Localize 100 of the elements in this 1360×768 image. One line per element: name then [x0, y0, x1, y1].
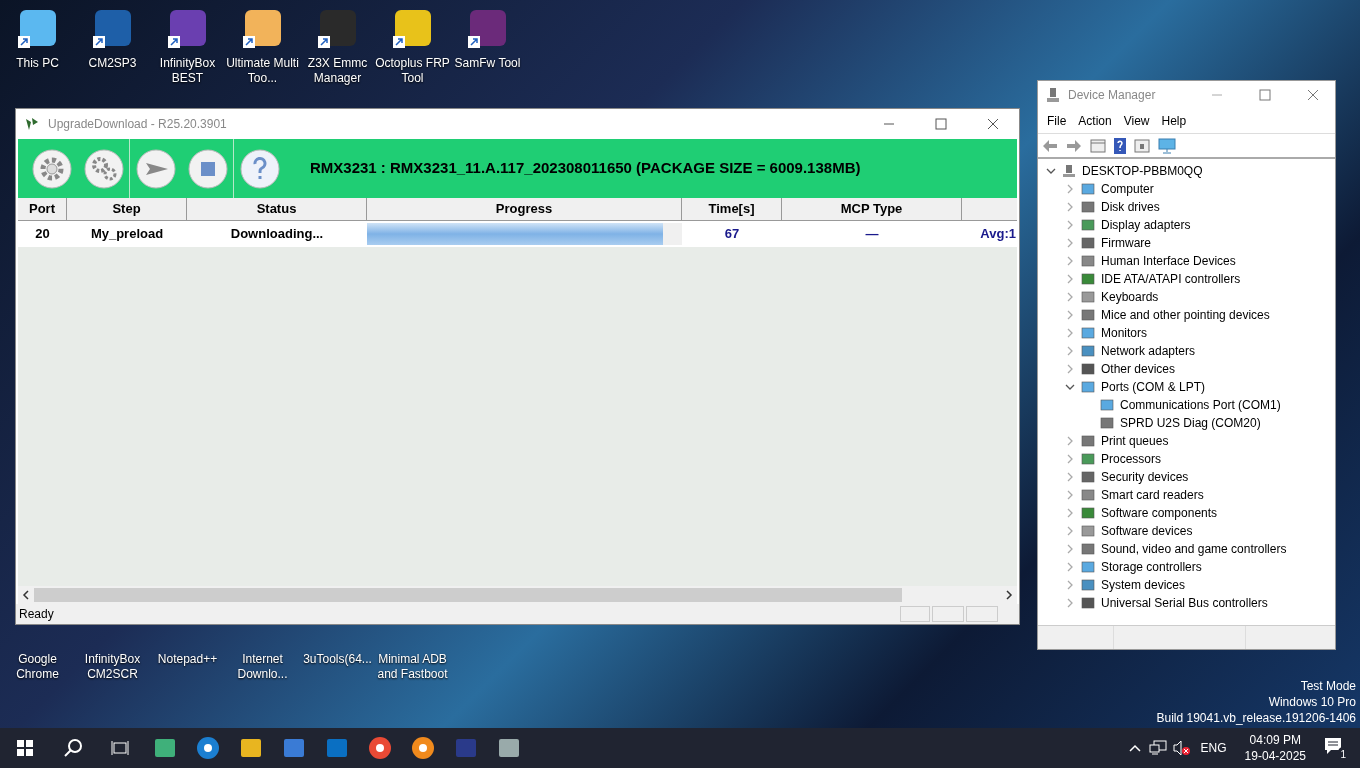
tree-item[interactable]: Mice and other pointing devices	[1101, 306, 1270, 324]
system-notice-text: Build 19041.vb_release.191206-1406	[1156, 710, 1356, 726]
notification-icon	[1324, 737, 1342, 755]
device-icon	[1081, 596, 1095, 610]
search-icon[interactable]	[63, 738, 83, 758]
device-icon	[1081, 506, 1095, 520]
monitor-icon[interactable]	[1158, 137, 1176, 154]
column-header[interactable]: Step	[67, 198, 187, 221]
device-icon	[1062, 164, 1076, 178]
clock-time[interactable]: 04:09 PM	[1249, 732, 1301, 748]
device-icon	[1081, 470, 1095, 484]
icon-label[interactable]: Minimal ADB and Fastboot	[375, 652, 450, 682]
tree-item[interactable]: DESKTOP-PBBM0QQ	[1082, 162, 1203, 180]
icon-label[interactable]: InfinityBox BEST	[150, 56, 225, 86]
window-icon[interactable]	[1134, 138, 1150, 153]
gears-icon	[83, 148, 124, 189]
windows-start-icon[interactable]	[17, 740, 33, 756]
device-icon	[1081, 308, 1095, 322]
device-icon	[1081, 182, 1095, 196]
chevron-up-icon[interactable]	[1128, 744, 1141, 752]
icon-label[interactable]: Notepad++	[157, 652, 218, 667]
system-notice-text: Test Mode	[1300, 678, 1356, 694]
device-icon	[1081, 326, 1095, 340]
tree-item[interactable]: Communications Port (COM1)	[1120, 396, 1281, 414]
icon-label[interactable]: CM2SP3	[88, 56, 137, 71]
window-title: UpgradeDownload - R25.20.3901	[48, 116, 227, 133]
network-icon[interactable]	[1148, 740, 1167, 756]
scrollbar-thumb[interactable]	[34, 588, 902, 602]
tree-item[interactable]: Monitors	[1101, 324, 1147, 342]
scroll-left-icon[interactable]	[22, 590, 30, 600]
table-cell-text: Avg:1	[979, 225, 1017, 244]
icon-label[interactable]: Internet Downlo...	[225, 652, 300, 682]
tree-item[interactable]: Human Interface Devices	[1101, 252, 1236, 270]
forward-arrow-icon[interactable]	[1066, 138, 1082, 153]
chevron-icon[interactable]	[1046, 166, 1056, 176]
tree-item[interactable]: IDE ATA/ATAPI controllers	[1101, 270, 1241, 288]
tree-item[interactable]: Print queues	[1101, 432, 1169, 450]
gear-icon	[32, 148, 72, 189]
tree-item[interactable]: Network adapters	[1101, 342, 1196, 360]
device-icon	[1081, 488, 1095, 502]
horizontal-scrollbar[interactable]	[18, 586, 1017, 604]
scroll-right-icon[interactable]	[1005, 590, 1013, 600]
tree-item[interactable]: Universal Serial Bus controllers	[1101, 594, 1268, 612]
tree-item[interactable]: Computer	[1101, 180, 1154, 198]
tree-item[interactable]: Display adapters	[1101, 216, 1191, 234]
task-view-icon[interactable]	[111, 740, 129, 756]
table-cell-text: 20	[34, 225, 51, 244]
icon-label[interactable]: Octoplus FRP Tool	[375, 56, 450, 86]
close-icon[interactable]	[987, 118, 999, 130]
device-icon	[1081, 200, 1095, 214]
icon-label[interactable]: This PC	[16, 56, 59, 71]
tree-item[interactable]: Software components	[1101, 504, 1218, 522]
language-indicator[interactable]: ENG	[1200, 739, 1227, 757]
notification-button[interactable]: 1	[1324, 737, 1346, 759]
muted-speaker-icon[interactable]	[1172, 740, 1191, 756]
menu-item[interactable]: Action	[1073, 112, 1117, 130]
tree-item[interactable]: Smart card readers	[1101, 486, 1204, 504]
back-arrow-icon[interactable]	[1042, 138, 1058, 153]
icon-label[interactable]: SamFw Tool	[454, 56, 521, 71]
column-header[interactable]: Progress	[367, 198, 682, 221]
device-icon	[1081, 362, 1095, 376]
tree-item[interactable]: Firmware	[1101, 234, 1151, 252]
help-icon[interactable]	[1114, 137, 1126, 154]
device-icon	[1081, 290, 1095, 304]
maximize-icon[interactable]	[1259, 89, 1271, 101]
icon-label[interactable]: 3uTools(64...	[303, 652, 372, 667]
tree-item[interactable]: Processors	[1101, 450, 1162, 468]
close-icon[interactable]	[1307, 89, 1319, 101]
column-header[interactable]: Port	[18, 198, 67, 221]
menu-item[interactable]: Help	[1156, 112, 1192, 130]
tree-item[interactable]: SPRD U2S Diag (COM20)	[1120, 414, 1261, 432]
menu-item[interactable]: View	[1118, 112, 1155, 130]
device-icon	[1081, 380, 1095, 394]
column-header[interactable]: MCP Type	[782, 198, 962, 221]
icon-label[interactable]: Google Chrome	[0, 652, 75, 682]
column-header[interactable]: Time[s]	[682, 198, 782, 221]
properties-icon[interactable]	[1090, 138, 1106, 153]
icon-label[interactable]: Ultimate Multi Too...	[225, 56, 300, 86]
tree-item[interactable]: Keyboards	[1101, 288, 1159, 306]
menu-item[interactable]: File	[1042, 112, 1072, 130]
tree-item[interactable]: Disk drives	[1101, 198, 1160, 216]
column-header[interactable]: Status	[187, 198, 367, 221]
clock-date[interactable]: 19-04-2025	[1244, 748, 1306, 764]
maximize-icon[interactable]	[935, 118, 947, 130]
device-icon	[1081, 542, 1095, 556]
tree-item[interactable]: Sound, video and game controllers	[1101, 540, 1287, 558]
tree-item[interactable]: System devices	[1101, 576, 1186, 594]
tree-item[interactable]: Ports (COM & LPT)	[1101, 378, 1205, 396]
device-icon	[1100, 398, 1114, 412]
status-panel	[900, 606, 930, 622]
icon-label[interactable]: InfinityBox CM2SCR	[75, 652, 150, 682]
device-icon	[1081, 254, 1095, 268]
tree-item[interactable]: Other devices	[1101, 360, 1176, 378]
table-cell-text: Downloading...	[229, 225, 325, 244]
tree-item[interactable]: Storage controllers	[1101, 558, 1202, 576]
tree-item[interactable]: Security devices	[1101, 468, 1189, 486]
stop-icon	[187, 148, 228, 189]
tree-item[interactable]: Software devices	[1101, 522, 1193, 540]
icon-label[interactable]: Z3X Emmc Manager	[300, 56, 375, 86]
chevron-icon[interactable]	[1065, 382, 1075, 392]
